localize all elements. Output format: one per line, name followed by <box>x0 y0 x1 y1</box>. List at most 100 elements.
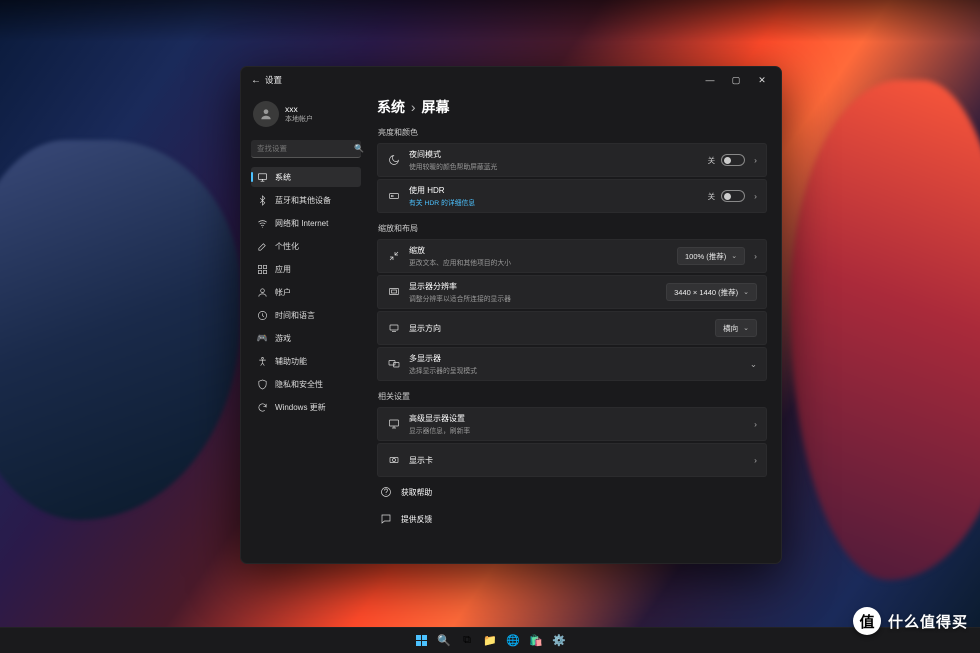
hdr-icon <box>387 190 400 203</box>
nav-apps[interactable]: 应用 <box>251 259 361 279</box>
person-icon <box>257 287 268 298</box>
nav-network[interactable]: 网络和 Internet <box>251 213 361 233</box>
nav-time[interactable]: 时间和语言 <box>251 305 361 325</box>
system-icon <box>257 172 268 183</box>
row-subtitle: 使用较暖的颜色帮助屏蔽蓝光 <box>409 161 699 171</box>
chevron-down-icon: ⌄ <box>731 252 737 260</box>
night-light-toggle[interactable] <box>721 154 745 166</box>
monitor-icon <box>387 418 400 431</box>
taskbar-settings[interactable]: ⚙️ <box>549 631 569 651</box>
taskbar-store[interactable]: 🛍️ <box>526 631 546 651</box>
taskbar-edge[interactable]: 🌐 <box>503 631 523 651</box>
bluetooth-icon <box>257 195 268 206</box>
toggle-state: 关 <box>708 155 716 166</box>
row-hdr[interactable]: 使用 HDR 有关 HDR 的详细信息 关 › <box>377 179 767 213</box>
taskbar: 🔍 ⧉ 📁 🌐 🛍️ ⚙️ <box>0 627 980 653</box>
row-scale[interactable]: 缩放 更改文本、应用和其他项目的大小 100% (推荐) ⌄ › <box>377 239 767 273</box>
nav-label: 应用 <box>275 264 291 275</box>
chevron-right-icon: › <box>754 191 757 201</box>
update-icon <box>257 402 268 413</box>
row-multi-display[interactable]: 多显示器 选择显示器的呈现模式 ⌄ <box>377 347 767 381</box>
apps-icon <box>257 264 268 275</box>
watermark-badge: 值 <box>853 607 881 635</box>
row-title: 获取帮助 <box>401 487 765 498</box>
toggle-state: 关 <box>708 191 716 202</box>
dropdown-value: 3440 × 1440 (推荐) <box>674 287 738 298</box>
row-title: 提供反馈 <box>401 514 765 525</box>
row-subtitle: 更改文本、应用和其他项目的大小 <box>409 257 668 267</box>
maximize-button[interactable]: ▢ <box>723 75 749 86</box>
start-button[interactable] <box>411 631 431 651</box>
row-get-help[interactable]: 获取帮助 <box>377 479 767 505</box>
nav-label: 系统 <box>275 172 291 183</box>
nav-label: 时间和语言 <box>275 310 315 321</box>
moon-icon <box>387 154 400 167</box>
row-feedback[interactable]: 提供反馈 <box>377 506 767 532</box>
taskbar-search[interactable]: 🔍 <box>434 631 454 651</box>
nav-label: 网络和 Internet <box>275 218 328 229</box>
orientation-dropdown[interactable]: 横向 ⌄ <box>715 319 757 337</box>
row-subtitle-link[interactable]: 有关 HDR 的详细信息 <box>409 197 699 207</box>
profile-block[interactable]: xxx 本地帐户 <box>251 95 361 137</box>
row-title: 夜间模式 <box>409 149 699 160</box>
row-subtitle: 显示器信息，刷新率 <box>409 425 742 435</box>
nav-privacy[interactable]: 隐私和安全性 <box>251 374 361 394</box>
nav-label: 辅助功能 <box>275 356 307 367</box>
row-night-light[interactable]: 夜间模式 使用较暖的颜色帮助屏蔽蓝光 关 › <box>377 143 767 177</box>
search-box[interactable]: 🔍 <box>251 140 361 158</box>
search-icon: 🔍 <box>354 144 364 153</box>
hdr-toggle[interactable] <box>721 190 745 202</box>
clock-icon <box>257 310 268 321</box>
row-title: 使用 HDR <box>409 185 699 196</box>
taskbar-task-view[interactable]: ⧉ <box>457 631 477 651</box>
shield-icon <box>257 379 268 390</box>
row-title: 显示器分辨率 <box>409 281 657 292</box>
back-button[interactable]: ← <box>247 75 265 86</box>
chevron-right-icon: › <box>754 455 757 465</box>
taskbar-explorer[interactable]: 📁 <box>480 631 500 651</box>
nav-bluetooth[interactable]: 蓝牙和其他设备 <box>251 190 361 210</box>
nav-update[interactable]: Windows 更新 <box>251 397 361 417</box>
help-icon <box>379 486 392 499</box>
multi-display-icon <box>387 358 400 371</box>
section-related-header: 相关设置 <box>378 391 767 402</box>
watermark-text: 什么值得买 <box>888 611 968 632</box>
main-content: 系统 › 屏幕 亮度和颜色 夜间模式 使用较暖的颜色帮助屏蔽蓝光 关 › <box>369 93 781 563</box>
close-button[interactable]: ✕ <box>749 75 775 86</box>
resolution-dropdown[interactable]: 3440 × 1440 (推荐) ⌄ <box>666 283 757 301</box>
settings-window: ← 设置 — ▢ ✕ xxx 本地帐户 🔍 系统 <box>240 66 782 564</box>
row-graphics[interactable]: 显示卡 › <box>377 443 767 477</box>
chevron-down-icon: ⌄ <box>743 324 749 332</box>
nav-system[interactable]: 系统 <box>251 167 361 187</box>
row-resolution[interactable]: 显示器分辨率 调整分辨率以适合所连接的显示器 3440 × 1440 (推荐) … <box>377 275 767 309</box>
nav-personalization[interactable]: 个性化 <box>251 236 361 256</box>
profile-name: xxx <box>285 104 313 114</box>
row-title: 显示卡 <box>409 455 742 466</box>
search-input[interactable] <box>257 144 354 153</box>
row-title: 多显示器 <box>409 353 738 364</box>
nav-accessibility[interactable]: 辅助功能 <box>251 351 361 371</box>
nav-accounts[interactable]: 帐户 <box>251 282 361 302</box>
chevron-right-icon: › <box>754 155 757 165</box>
avatar-icon <box>253 101 279 127</box>
feedback-icon <box>379 513 392 526</box>
nav-label: Windows 更新 <box>275 402 326 413</box>
nav-label: 蓝牙和其他设备 <box>275 195 331 206</box>
orientation-icon <box>387 322 400 335</box>
scale-dropdown[interactable]: 100% (推荐) ⌄ <box>677 247 745 265</box>
chevron-down-icon: ⌄ <box>743 288 749 296</box>
row-orientation[interactable]: 显示方向 横向 ⌄ <box>377 311 767 345</box>
section-brightness-header: 亮度和颜色 <box>378 127 767 138</box>
scale-icon <box>387 250 400 263</box>
nav-gaming[interactable]: 🎮 游戏 <box>251 328 361 348</box>
section-scale-header: 缩放和布局 <box>378 223 767 234</box>
minimize-button[interactable]: — <box>697 75 723 85</box>
dropdown-value: 横向 <box>723 323 738 334</box>
row-subtitle: 调整分辨率以适合所连接的显示器 <box>409 293 657 303</box>
watermark: 值 什么值得买 <box>853 607 968 635</box>
windows-logo-icon <box>416 635 427 646</box>
nav-label: 帐户 <box>275 287 291 298</box>
accessibility-icon <box>257 356 268 367</box>
row-advanced-display[interactable]: 高级显示器设置 显示器信息，刷新率 › <box>377 407 767 441</box>
breadcrumb-parent[interactable]: 系统 <box>377 99 405 115</box>
